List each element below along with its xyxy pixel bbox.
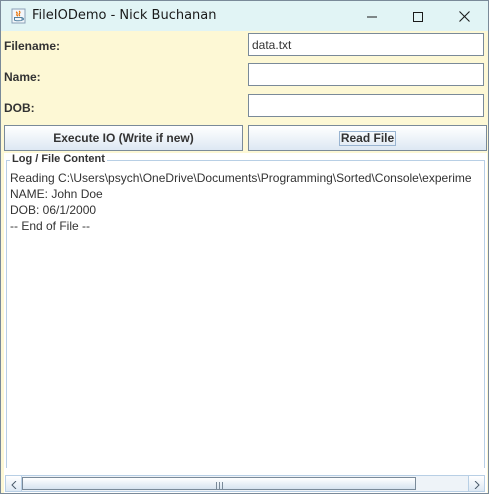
dob-field[interactable] bbox=[248, 94, 484, 117]
close-icon bbox=[458, 7, 470, 26]
grip-icon bbox=[215, 474, 223, 493]
name-field[interactable] bbox=[248, 63, 484, 86]
read-file-label: Read File bbox=[338, 130, 397, 146]
minimize-button[interactable] bbox=[349, 1, 395, 31]
filename-label: Filename: bbox=[4, 39, 61, 53]
scroll-thumb[interactable] bbox=[22, 477, 416, 490]
window-title: FileIODemo - Nick Buchanan bbox=[32, 8, 217, 23]
log-line: NAME: John Doe bbox=[10, 187, 103, 201]
arrow-right-icon bbox=[474, 474, 480, 493]
scroll-left-button[interactable] bbox=[6, 476, 22, 491]
log-panel: Log / File Content Reading C:\Users\psyc… bbox=[4, 153, 487, 493]
filename-field[interactable] bbox=[248, 33, 484, 56]
log-line: -- End of File -- bbox=[10, 219, 91, 233]
execute-io-label: Execute IO (Write if new) bbox=[53, 131, 194, 145]
horizontal-scrollbar[interactable] bbox=[5, 475, 485, 492]
read-file-button[interactable]: Read File bbox=[248, 125, 487, 151]
title-bar[interactable]: FileIODemo - Nick Buchanan bbox=[1, 1, 488, 31]
close-button[interactable] bbox=[441, 1, 487, 31]
java-app-icon bbox=[11, 8, 26, 24]
maximize-button[interactable] bbox=[395, 1, 441, 31]
log-line: Reading C:\Users\psych\OneDrive\Document… bbox=[10, 171, 472, 185]
name-label: Name: bbox=[4, 70, 41, 84]
arrow-left-icon bbox=[10, 474, 17, 493]
log-line: DOB: 06/1/2000 bbox=[10, 203, 97, 217]
log-panel-title: Log / File Content bbox=[10, 153, 107, 165]
execute-io-button[interactable]: Execute IO (Write if new) bbox=[4, 125, 243, 151]
app-window: FileIODemo - Nick Buchanan Filename: Nam… bbox=[0, 0, 489, 494]
minimize-icon bbox=[367, 7, 377, 26]
scroll-right-button[interactable] bbox=[468, 476, 484, 491]
maximize-icon bbox=[413, 7, 423, 26]
log-text-area[interactable]: Reading C:\Users\psych\OneDrive\Document… bbox=[10, 170, 486, 465]
dob-label: DOB: bbox=[4, 101, 35, 115]
